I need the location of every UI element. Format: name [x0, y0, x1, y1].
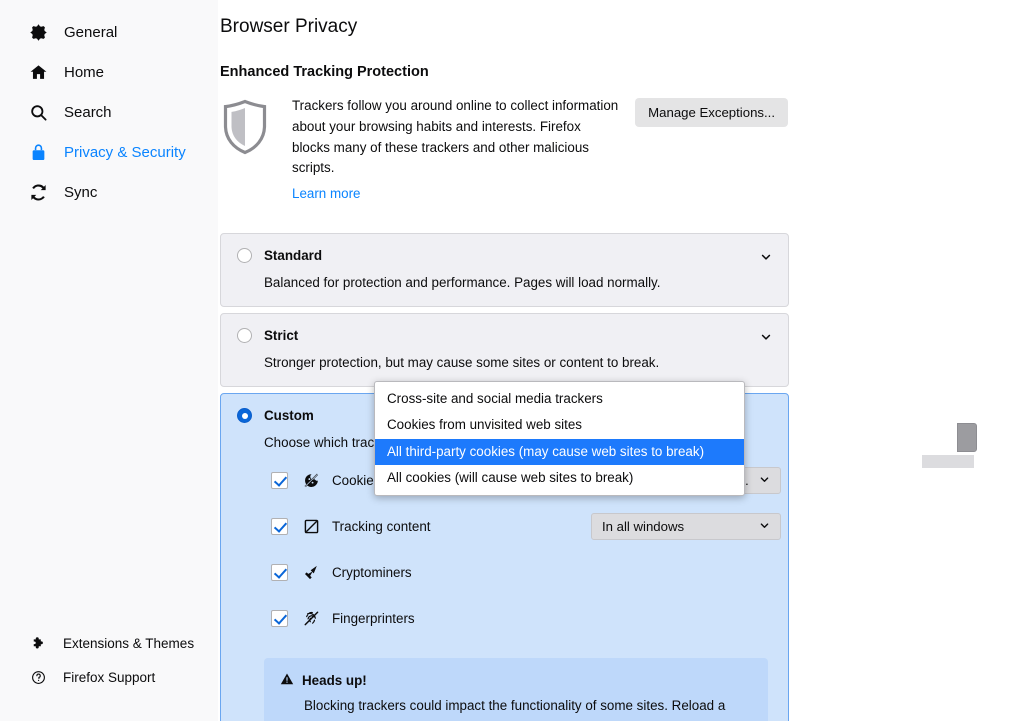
radio-standard[interactable]	[237, 247, 252, 263]
tracker-label: Tracking content	[332, 519, 431, 535]
shield-icon	[220, 96, 276, 161]
sidebar-item-label: Privacy & Security	[64, 143, 186, 161]
tracker-row: Fingerprinters	[264, 608, 772, 630]
preferences-window: General Home Search Privacy & Security S…	[0, 0, 1024, 721]
tracking-content-icon	[302, 518, 320, 536]
tracker-label: Fingerprinters	[332, 611, 415, 627]
etp-description-block: Trackers follow you around online to col…	[292, 96, 619, 205]
cryptominer-icon	[302, 564, 320, 582]
tracker-row: Cryptominers	[264, 562, 772, 584]
chevron-down-icon[interactable]	[760, 250, 772, 262]
dropdown-option-selected[interactable]: All third-party cookies (may cause web s…	[375, 438, 744, 466]
sidebar-item-sync[interactable]: Sync	[0, 172, 218, 212]
sidebar-item-label: Firefox Support	[63, 669, 156, 685]
cookie-blocking-dropdown-popup[interactable]: Cross-site and social media trackers Coo…	[374, 381, 745, 496]
gear-icon	[28, 22, 48, 42]
option-title: Strict	[264, 327, 299, 343]
dropdown-option[interactable]: Cross-site and social media trackers	[375, 386, 744, 412]
cookie-blocked-icon	[302, 472, 320, 490]
option-card-standard[interactable]: Standard Balanced for protection and per…	[220, 232, 789, 307]
sidebar-item-search[interactable]: Search	[0, 92, 218, 132]
menulist-cookies-dropmarker[interactable]	[957, 423, 977, 452]
checkbox-cryptominers[interactable]	[271, 564, 288, 582]
tracker-label: Cryptominers	[332, 565, 412, 581]
etp-description-text: Trackers follow you around online to col…	[292, 98, 619, 176]
option-card-strict[interactable]: Strict Stronger protection, but may caus…	[220, 312, 789, 387]
sidebar-item-home[interactable]: Home	[0, 52, 218, 92]
radio-strict[interactable]	[237, 327, 252, 343]
option-title: Custom	[264, 407, 314, 423]
lock-icon	[28, 142, 48, 162]
sidebar-item-general[interactable]: General	[0, 12, 218, 52]
sidebar-item-label: Home	[64, 63, 105, 81]
manage-exceptions-button[interactable]: Manage Exceptions...	[635, 98, 788, 127]
menulist-cookies-body-edge	[922, 455, 974, 468]
menulist-tracking-content[interactable]: In all windows	[591, 512, 781, 540]
option-description: Balanced for protection and performance.…	[264, 274, 661, 290]
option-header-strict: Strict	[237, 327, 772, 343]
checkbox-tracking-content[interactable]	[271, 518, 288, 536]
heads-up-text: Blocking trackers could impact the funct…	[304, 697, 726, 721]
radio-custom[interactable]	[237, 407, 252, 423]
sync-icon	[28, 182, 48, 202]
dropdown-option[interactable]: Cookies from unvisited web sites	[375, 412, 744, 438]
search-icon	[28, 102, 48, 122]
heads-up-title-row: Heads up!	[280, 672, 752, 689]
option-header-standard: Standard	[237, 247, 772, 263]
sidebar-item-label: Search	[64, 103, 112, 121]
etp-intro-row: Trackers follow you around online to col…	[220, 96, 1024, 205]
heads-up-title: Heads up!	[302, 672, 367, 688]
sidebar-item-extensions-themes[interactable]: Extensions & Themes	[0, 626, 218, 660]
main-content: Browser Privacy Enhanced Tracking Protec…	[218, 0, 1024, 721]
tracker-row: Tracking content In all windows	[264, 512, 781, 540]
chevron-down-icon	[759, 519, 770, 534]
option-title: Standard	[264, 247, 323, 263]
sidebar-footer: Extensions & Themes Firefox Support	[0, 626, 218, 694]
chevron-down-icon	[759, 473, 770, 488]
puzzle-icon	[30, 635, 46, 651]
sidebar: General Home Search Privacy & Security S…	[0, 0, 218, 721]
menulist-value: In all windows	[602, 518, 685, 534]
learn-more-link[interactable]: Learn more	[292, 184, 360, 205]
help-icon	[30, 669, 46, 685]
checkbox-fingerprinters[interactable]	[271, 610, 288, 628]
sidebar-item-privacy-security[interactable]: Privacy & Security	[0, 132, 218, 172]
option-description: Stronger protection, but may cause some …	[264, 354, 660, 370]
chevron-down-icon[interactable]	[760, 330, 772, 342]
page-title: Browser Privacy	[220, 16, 358, 37]
fingerprinter-icon	[302, 610, 320, 628]
heads-up-notice: Heads up! Blocking trackers could impact…	[264, 657, 768, 721]
sidebar-item-label: Sync	[64, 183, 98, 201]
sidebar-item-label: General	[64, 23, 118, 41]
home-icon	[28, 62, 48, 82]
sidebar-item-firefox-support[interactable]: Firefox Support	[0, 660, 218, 694]
sidebar-item-label: Extensions & Themes	[63, 635, 195, 651]
sidebar-nav-list: General Home Search Privacy & Security S…	[0, 0, 218, 212]
heads-up-body: Blocking trackers could impact the funct…	[304, 695, 752, 721]
section-title-etp: Enhanced Tracking Protection	[220, 64, 429, 80]
checkbox-cookies[interactable]	[271, 472, 288, 490]
warning-icon	[280, 672, 294, 689]
dropdown-option[interactable]: All cookies (will cause web sites to bre…	[375, 465, 744, 491]
